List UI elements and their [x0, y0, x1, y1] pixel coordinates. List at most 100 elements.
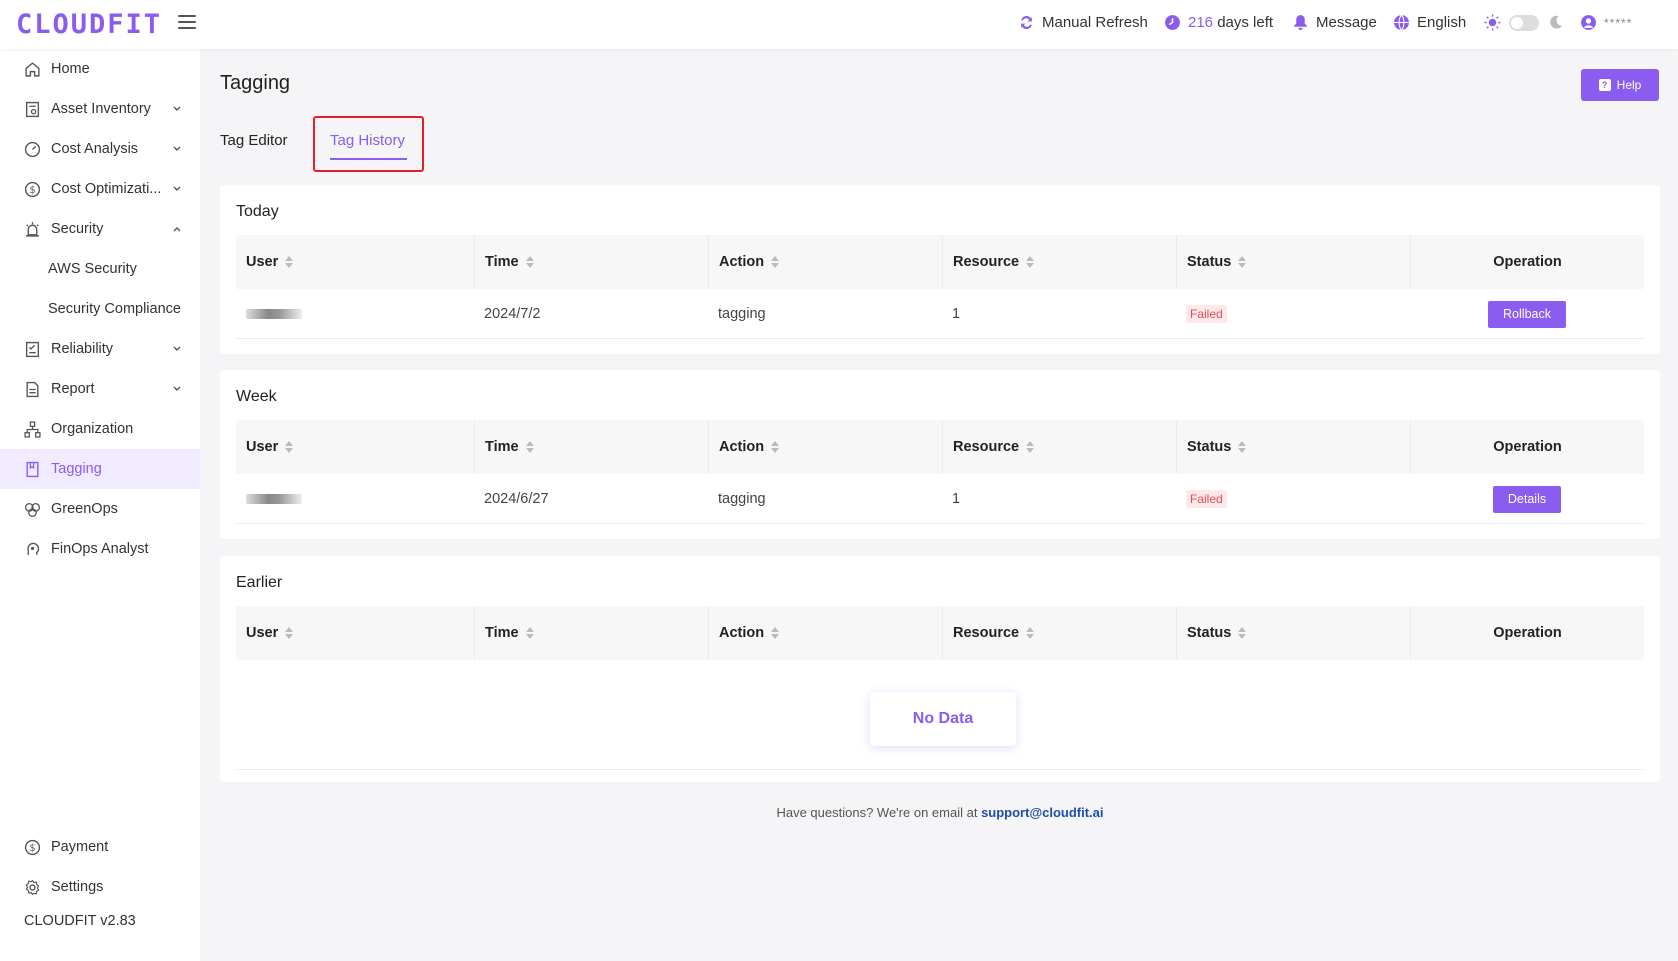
sort-icon[interactable] — [525, 627, 534, 639]
cell-time: 2024/6/27 — [474, 474, 708, 524]
support-email-link[interactable]: support@cloudfit.ai — [981, 805, 1103, 820]
tab-tag-history[interactable]: Tag History — [330, 132, 405, 149]
column-header-label: User — [246, 439, 279, 455]
column-header-label: User — [246, 625, 279, 641]
sidebar-item-tagging[interactable]: Tagging — [0, 449, 200, 489]
column-header-status[interactable]: Status — [1176, 420, 1410, 474]
help-button[interactable]: ? Help — [1581, 69, 1659, 101]
user-avatar-icon — [1581, 15, 1596, 30]
theme-switch[interactable] — [1484, 14, 1564, 31]
manual-refresh-button[interactable]: Manual Refresh — [1018, 14, 1148, 31]
cell-action: tagging — [708, 474, 942, 524]
sidebar-item-cost-optimization[interactable]: $ Cost Optimizati... — [0, 169, 200, 209]
sidebar-item-organization[interactable]: Organization — [0, 409, 200, 449]
column-header-user[interactable]: User — [236, 420, 474, 474]
days-left-number: 216 — [1188, 14, 1214, 31]
chevron-down-icon — [173, 146, 181, 151]
sidebar-item-label: Security Compliance — [48, 301, 181, 317]
sort-icon[interactable] — [525, 441, 534, 453]
user-menu[interactable]: ***** — [1580, 14, 1632, 31]
language-selector[interactable]: English — [1393, 14, 1466, 31]
divider — [236, 769, 1644, 770]
details-button[interactable]: Details — [1492, 485, 1562, 513]
cell-value: 2024/7/2 — [484, 306, 541, 322]
column-header-status[interactable]: Status — [1176, 606, 1410, 660]
sidebar-item-settings[interactable]: Settings — [0, 867, 200, 907]
active-tab-indicator — [330, 158, 407, 160]
sidebar-item-label: FinOps Analyst — [51, 541, 149, 557]
sort-icon[interactable] — [771, 441, 780, 453]
sort-icon[interactable] — [285, 441, 294, 453]
column-header-action[interactable]: Action — [708, 606, 942, 660]
sidebar-item-label: GreenOps — [51, 501, 118, 517]
column-header-resource[interactable]: Resource — [942, 420, 1176, 474]
cell-value: tagging — [718, 306, 766, 322]
language-label: English — [1417, 14, 1467, 31]
masked-user-name: ***** — [246, 494, 302, 504]
column-header-resource[interactable]: Resource — [942, 606, 1176, 660]
sidebar-item-report[interactable]: Report — [0, 369, 200, 409]
table-row: ***** 2024/7/2 tagging 1 Failed Rollback — [236, 289, 1644, 339]
message-button[interactable]: Message — [1292, 14, 1377, 31]
days-left-label: days left — [1217, 14, 1274, 31]
sort-icon[interactable] — [285, 256, 294, 268]
table-header: User Time Action Resource Status Operation — [236, 235, 1644, 289]
sidebar-item-security[interactable]: Security — [0, 209, 200, 249]
sort-icon[interactable] — [1238, 627, 1247, 639]
theme-toggle[interactable] — [1509, 14, 1539, 31]
column-header-label: Action — [719, 254, 765, 270]
section-title: Today — [236, 203, 279, 220]
sidebar-item-label: Reliability — [51, 341, 114, 357]
column-header-user[interactable]: User — [236, 235, 474, 289]
column-header-action[interactable]: Action — [708, 235, 942, 289]
sidebar-item-label: Cost Analysis — [51, 141, 139, 157]
sidebar-item-home[interactable]: Home — [0, 49, 200, 89]
manual-refresh-label: Manual Refresh — [1042, 14, 1148, 31]
globe-icon — [1394, 14, 1409, 31]
column-header-action[interactable]: Action — [708, 420, 942, 474]
column-header-label: Status — [1187, 254, 1232, 270]
status-badge: Failed — [1186, 490, 1227, 508]
sidebar-item-payment[interactable]: $ Payment — [0, 827, 200, 867]
column-header-operation: Operation — [1410, 606, 1644, 660]
sort-icon[interactable] — [1026, 441, 1035, 453]
sort-icon[interactable] — [1026, 256, 1035, 268]
sidebar-item-cost-analysis[interactable]: Cost Analysis — [0, 129, 200, 169]
column-header-label: User — [246, 254, 279, 270]
menu-toggle-icon[interactable] — [178, 15, 196, 31]
sort-icon[interactable] — [1238, 441, 1247, 453]
column-header-time[interactable]: Time — [474, 235, 708, 289]
sort-icon[interactable] — [525, 256, 534, 268]
sort-icon[interactable] — [1238, 256, 1247, 268]
history-card-earlier: Earlier User Time Action Resource Status Opera… — [220, 556, 1660, 782]
sidebar-item-asset-inventory[interactable]: Asset Inventory — [0, 89, 200, 129]
column-header-time[interactable]: Time — [474, 420, 708, 474]
sort-icon[interactable] — [1026, 627, 1035, 639]
column-header-status[interactable]: Status — [1176, 235, 1410, 289]
sidebar-item-security-compliance[interactable]: Security Compliance — [0, 289, 200, 329]
cell-value: 1 — [952, 306, 961, 322]
gear-icon — [25, 879, 40, 895]
sidebar-item-label: Report — [51, 381, 95, 397]
bookmark-icon — [26, 461, 39, 477]
column-header-label: Time — [485, 439, 519, 455]
sidebar-item-reliability[interactable]: Reliability — [0, 329, 200, 369]
sidebar-item-aws-security[interactable]: AWS Security — [0, 249, 200, 289]
column-header-user[interactable]: User — [236, 606, 474, 660]
logo: CLOUDFIT — [16, 9, 163, 40]
org-chart-icon — [24, 420, 41, 438]
sort-icon[interactable] — [771, 627, 780, 639]
sidebar-item-label: Tagging — [51, 461, 102, 477]
tab-tag-editor[interactable]: Tag Editor — [220, 132, 288, 149]
cell-resource: 1 — [942, 474, 1176, 524]
rollback-button[interactable]: Rollback — [1488, 300, 1566, 328]
sidebar-item-greenops[interactable]: GreenOps — [0, 489, 200, 529]
sidebar-item-finops-analyst[interactable]: FinOps Analyst — [0, 529, 200, 569]
history-card-week: Week User Time Action Resource Status Operatio… — [220, 370, 1660, 539]
column-header-resource[interactable]: Resource — [942, 235, 1176, 289]
sort-icon[interactable] — [285, 627, 294, 639]
no-data-placeholder: No Data — [870, 692, 1016, 746]
sort-icon[interactable] — [771, 256, 780, 268]
column-header-label: Time — [485, 254, 519, 270]
column-header-time[interactable]: Time — [474, 606, 708, 660]
